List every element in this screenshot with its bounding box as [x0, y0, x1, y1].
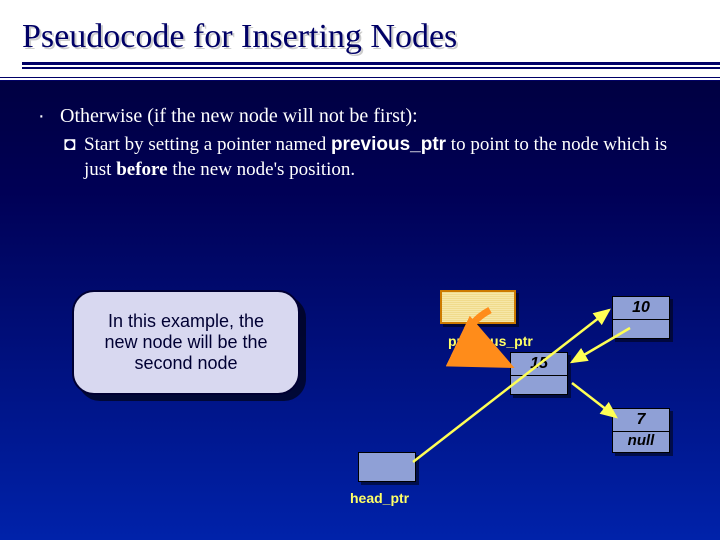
- callout-box: In this example, the new node will be th…: [72, 290, 300, 395]
- slide-title: Pseudocode for Inserting Nodes: [22, 18, 720, 56]
- arrow-headptr-to-10: [405, 300, 645, 480]
- subbullet-1-text: Start by setting a pointer named previou…: [84, 133, 682, 182]
- bullet-1-symbol: ·: [38, 103, 60, 129]
- subbullet-1: ◘ Start by setting a pointer named previ…: [64, 133, 682, 182]
- title-rule-1: [22, 62, 720, 65]
- bullet-1: · Otherwise (if the new node will not be…: [38, 103, 682, 129]
- title-area: Pseudocode for Inserting Nodes: [0, 0, 720, 81]
- title-rule-2: [22, 67, 720, 69]
- content-area: · Otherwise (if the new node will not be…: [0, 81, 720, 182]
- subbullet-text-c: the new node's position.: [168, 159, 356, 180]
- label-head-ptr: head_ptr: [350, 490, 409, 506]
- subbullet-text-a: Start by setting a pointer named: [84, 134, 331, 155]
- bullet-1-text: Otherwise (if the new node will not be f…: [60, 103, 418, 129]
- subbullet-1-symbol: ◘: [64, 133, 84, 182]
- subbullet-bold: before: [116, 159, 167, 180]
- callout-text: In this example, the new node will be th…: [90, 311, 282, 374]
- code-previous-ptr: previous_ptr: [331, 134, 446, 155]
